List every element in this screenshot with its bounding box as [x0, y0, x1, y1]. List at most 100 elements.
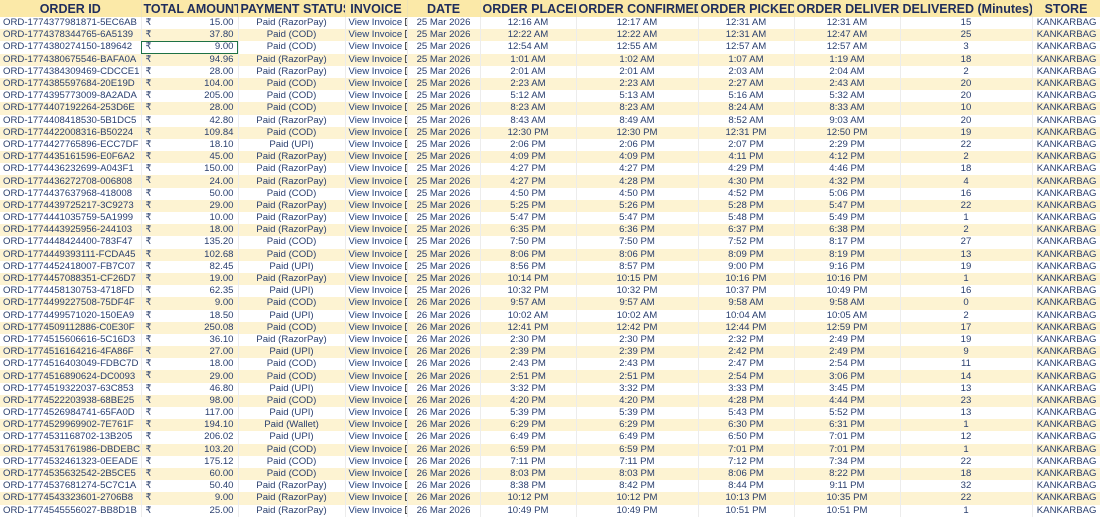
cell-payment-status[interactable]: Paid (UPI): [238, 260, 346, 273]
cell-invoice[interactable]: View Invoice: [345, 492, 408, 505]
view-invoice-link[interactable]: View Invoice: [349, 371, 403, 382]
cell-order-confirmed[interactable]: 2:39 PM: [576, 346, 699, 359]
cell-order-placed[interactable]: 12:30 PM: [480, 126, 577, 139]
cell-date[interactable]: 25 Mar 2026: [407, 285, 481, 298]
view-invoice-link[interactable]: View Invoice: [349, 322, 403, 333]
cell-order-picked[interactable]: 8:24 AM: [698, 102, 795, 115]
cell-date[interactable]: 25 Mar 2026: [407, 199, 481, 212]
cell-total-amount[interactable]: ₹117.00: [141, 407, 239, 420]
header-order-delivered[interactable]: ORDER DELIVERED: [794, 0, 901, 17]
cell-date[interactable]: 25 Mar 2026: [407, 272, 481, 286]
cell-order-id[interactable]: ORD-1774529969902-7E761F: [0, 419, 142, 432]
cell-order-placed[interactable]: 2:39 PM: [480, 346, 577, 359]
cell-store[interactable]: KANKARBAG: [1032, 260, 1100, 273]
cell-date[interactable]: 25 Mar 2026: [407, 126, 481, 139]
cell-delivered-minutes[interactable]: 19: [900, 333, 1033, 347]
cell-order-confirmed[interactable]: 10:15 PM: [576, 272, 699, 286]
cell-order-picked[interactable]: 8:52 AM: [698, 114, 795, 127]
cell-order-delivered[interactable]: 7:34 PM: [794, 455, 901, 468]
cell-order-placed[interactable]: 1:01 AM: [480, 53, 577, 66]
cell-order-delivered[interactable]: 6:38 PM: [794, 224, 901, 237]
cell-order-delivered[interactable]: 1:19 AM: [794, 53, 901, 66]
cell-order-picked[interactable]: 5:43 PM: [698, 407, 795, 420]
view-invoice-link[interactable]: View Invoice: [349, 236, 403, 247]
cell-order-confirmed[interactable]: 5:26 PM: [576, 199, 699, 212]
header-order-confirmed[interactable]: ORDER CONFIRMED: [576, 0, 699, 17]
cell-invoice[interactable]: View Invoice: [345, 504, 408, 517]
cell-store[interactable]: KANKARBAG: [1032, 346, 1100, 359]
cell-invoice[interactable]: View Invoice: [345, 407, 408, 420]
cell-date[interactable]: 26 Mar 2026: [407, 321, 481, 334]
cell-order-id[interactable]: ORD-1774395773009-8A2ADA: [0, 90, 142, 103]
view-invoice-link[interactable]: View Invoice: [349, 66, 403, 77]
view-invoice-link[interactable]: View Invoice: [349, 127, 403, 138]
cell-payment-status[interactable]: Paid (COD): [238, 41, 346, 54]
cell-store[interactable]: KANKARBAG: [1032, 90, 1100, 103]
cell-order-picked[interactable]: 10:13 PM: [698, 492, 795, 505]
cell-order-delivered[interactable]: 2:49 PM: [794, 333, 901, 347]
cell-delivered-minutes[interactable]: 13: [900, 248, 1033, 261]
cell-order-confirmed[interactable]: 4:28 PM: [576, 175, 699, 188]
cell-order-delivered[interactable]: 3:06 PM: [794, 370, 901, 383]
cell-date[interactable]: 25 Mar 2026: [407, 90, 481, 103]
cell-order-placed[interactable]: 4:27 PM: [480, 175, 577, 188]
cell-delivered-minutes[interactable]: 16: [900, 187, 1033, 200]
cell-store[interactable]: KANKARBAG: [1032, 431, 1100, 444]
cell-payment-status[interactable]: Paid (COD): [238, 29, 346, 42]
cell-order-id[interactable]: ORD-1774427765896-ECC7DF: [0, 138, 142, 152]
cell-order-id[interactable]: ORD-1774436232699-A043F1: [0, 163, 142, 176]
cell-payment-status[interactable]: Paid (COD): [238, 394, 346, 407]
cell-store[interactable]: KANKARBAG: [1032, 175, 1100, 188]
cell-order-delivered[interactable]: 12:59 PM: [794, 321, 901, 334]
cell-total-amount[interactable]: ₹18.50: [141, 309, 239, 322]
cell-invoice[interactable]: View Invoice: [345, 358, 408, 371]
view-invoice-link[interactable]: View Invoice: [349, 480, 403, 491]
cell-delivered-minutes[interactable]: 25: [900, 29, 1033, 42]
cell-order-id[interactable]: ORD-1774378344765-6A5139: [0, 29, 142, 42]
cell-invoice[interactable]: View Invoice: [345, 187, 408, 200]
cell-total-amount[interactable]: ₹82.45: [141, 260, 239, 273]
cell-order-id[interactable]: ORD-1774436272708-006808: [0, 175, 142, 188]
cell-total-amount[interactable]: ₹206.02: [141, 431, 239, 444]
cell-invoice[interactable]: View Invoice: [345, 455, 408, 468]
cell-order-confirmed[interactable]: 10:49 PM: [576, 504, 699, 517]
cell-order-delivered[interactable]: 6:31 PM: [794, 419, 901, 432]
cell-order-placed[interactable]: 2:51 PM: [480, 370, 577, 383]
cell-date[interactable]: 26 Mar 2026: [407, 407, 481, 420]
cell-order-placed[interactable]: 8:03 PM: [480, 467, 577, 481]
cell-payment-status[interactable]: Paid (COD): [238, 248, 346, 261]
cell-order-id[interactable]: ORD-1774435161596-E0F6A2: [0, 151, 142, 164]
cell-store[interactable]: KANKARBAG: [1032, 407, 1100, 420]
cell-payment-status[interactable]: Paid (COD): [238, 358, 346, 371]
cell-delivered-minutes[interactable]: 22: [900, 199, 1033, 212]
cell-order-confirmed[interactable]: 5:47 PM: [576, 212, 699, 225]
cell-delivered-minutes[interactable]: 20: [900, 114, 1033, 127]
cell-payment-status[interactable]: Paid (RazorPay): [238, 199, 346, 212]
cell-payment-status[interactable]: Paid (UPI): [238, 346, 346, 359]
cell-order-picked[interactable]: 4:30 PM: [698, 175, 795, 188]
cell-order-placed[interactable]: 2:06 PM: [480, 138, 577, 152]
header-store[interactable]: STORE: [1032, 0, 1100, 17]
cell-invoice[interactable]: View Invoice: [345, 175, 408, 188]
view-invoice-link[interactable]: View Invoice: [349, 78, 403, 89]
view-invoice-link[interactable]: View Invoice: [349, 212, 403, 223]
cell-order-picked[interactable]: 8:09 PM: [698, 248, 795, 261]
cell-order-confirmed[interactable]: 4:09 PM: [576, 151, 699, 164]
cell-date[interactable]: 26 Mar 2026: [407, 370, 481, 383]
cell-total-amount[interactable]: ₹102.68: [141, 248, 239, 261]
cell-order-placed[interactable]: 2:30 PM: [480, 333, 577, 347]
cell-total-amount[interactable]: ₹9.00: [141, 297, 239, 310]
cell-total-amount[interactable]: ₹104.00: [141, 77, 239, 91]
header-total-amount[interactable]: TOTAL AMOUNT: [141, 0, 239, 17]
view-invoice-link[interactable]: View Invoice: [349, 261, 403, 272]
cell-order-picked[interactable]: 5:48 PM: [698, 212, 795, 225]
cell-order-picked[interactable]: 4:11 PM: [698, 151, 795, 164]
cell-order-delivered[interactable]: 9:11 PM: [794, 480, 901, 493]
cell-order-confirmed[interactable]: 2:23 AM: [576, 77, 699, 91]
cell-order-delivered[interactable]: 10:51 PM: [794, 504, 901, 517]
cell-delivered-minutes[interactable]: 1: [900, 419, 1033, 432]
cell-order-confirmed[interactable]: 6:49 PM: [576, 431, 699, 444]
view-invoice-link[interactable]: View Invoice: [349, 151, 403, 162]
cell-total-amount[interactable]: ₹194.10: [141, 419, 239, 432]
cell-payment-status[interactable]: Paid (COD): [238, 321, 346, 334]
